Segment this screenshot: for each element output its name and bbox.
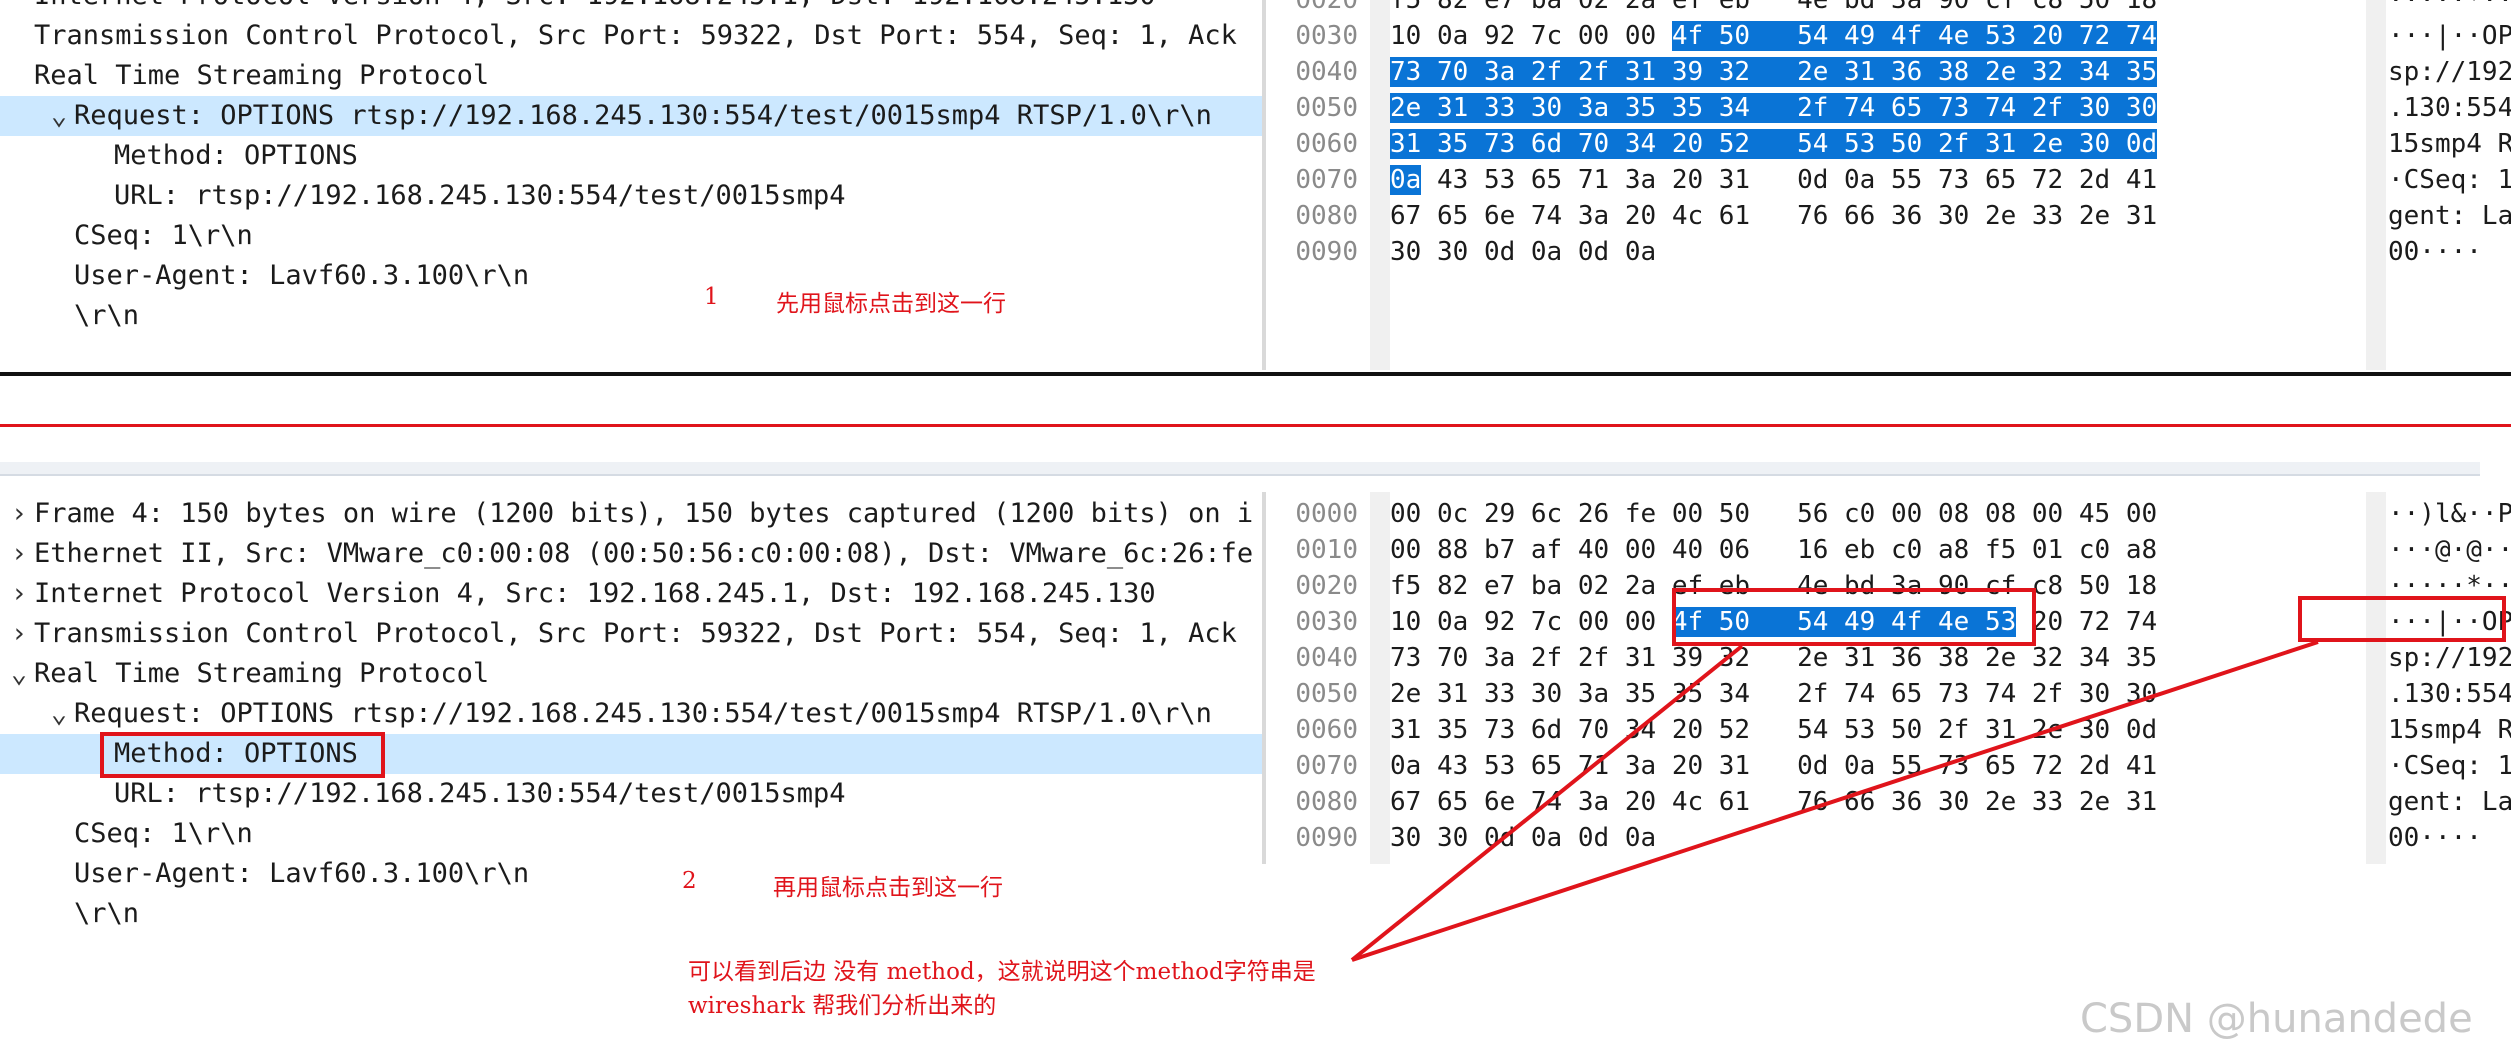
arrow-to-hex (1350, 644, 1744, 962)
annotation-arrows (1350, 640, 2319, 962)
watermark: CSDN @hunandede (2080, 996, 2473, 1042)
arrow-to-ascii (1351, 640, 2319, 962)
